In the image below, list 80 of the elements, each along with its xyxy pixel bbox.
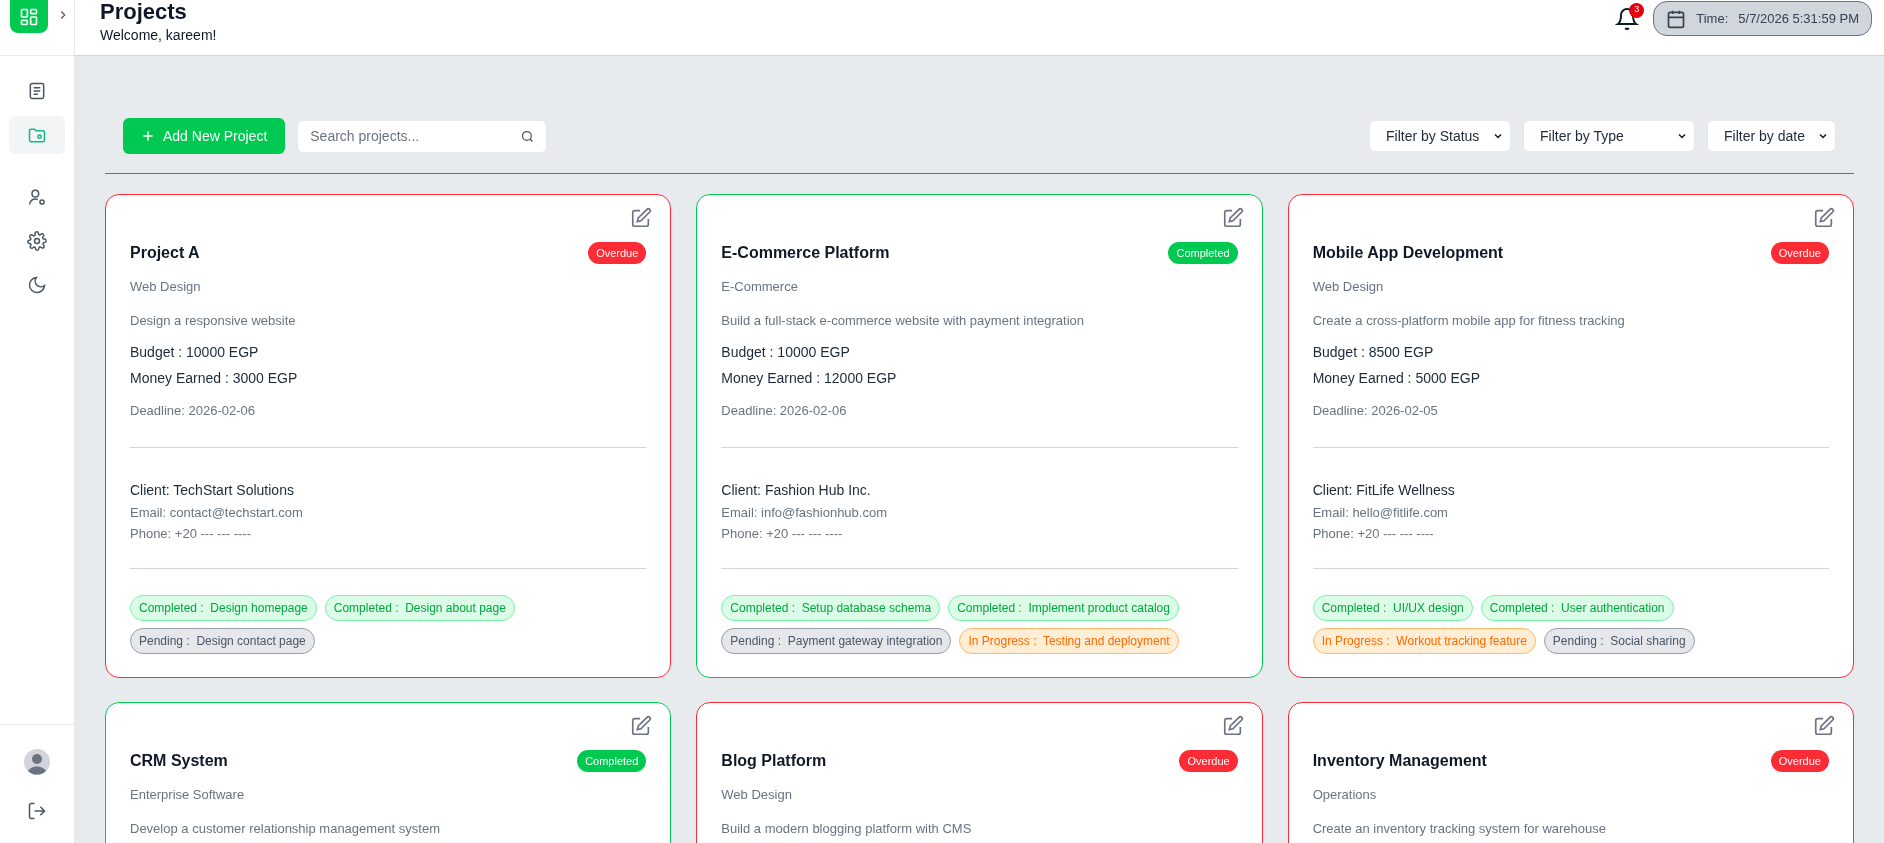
project-description: Create an inventory tracking system for warehouse: [1312, 819, 1607, 838]
status-badge: Completed: [577, 749, 647, 773]
project-description: Build a modern blogging platform with CMS: [721, 819, 973, 838]
project-description: Design a responsive website: [130, 311, 297, 330]
client-email: Email: contact@techstart.com: [130, 503, 304, 522]
project-title: Blog Platform: [721, 751, 827, 771]
deadline-text: Deadline: 2026-02-05: [1312, 402, 1439, 420]
task-tag: In Progress : Testing and deployment: [959, 627, 1179, 654]
plus-icon: [141, 129, 155, 143]
project-title: Inventory Management: [1312, 751, 1487, 771]
budget-text: Budget : 8500 EGP: [1312, 343, 1435, 362]
moon-icon: [27, 275, 47, 295]
money-earned-text: Money Earned : 3000 EGP: [130, 369, 299, 388]
task-tag: Completed : Implement product catalog: [948, 594, 1179, 621]
user-gear-icon: [27, 187, 47, 207]
client-email: Email: info@fashionhub.com: [721, 503, 888, 522]
money-earned-text: Money Earned : 12000 EGP: [721, 369, 898, 388]
task-tag: Pending : Design contact page: [130, 627, 315, 654]
client-name: Client: Fashion Hub Inc.: [721, 480, 872, 500]
time-label: Time:: [1696, 9, 1729, 28]
search-field[interactable]: Search projects...: [297, 119, 548, 153]
client-phone: Phone: +20 --- --- ----: [721, 525, 844, 543]
filter-dropdown[interactable]: Filter by Status: [1369, 120, 1511, 152]
calendar-icon: [1666, 8, 1687, 29]
project-description: Create a cross-platform mobile app for fitness tracking: [1312, 311, 1626, 330]
notification-count: 3: [1629, 2, 1645, 18]
document-icon: [27, 81, 47, 101]
client-name: Client: FitLife Wellness: [1312, 480, 1456, 500]
task-tag: Completed : UI/UX design: [1312, 594, 1473, 621]
edit-icon[interactable]: [1221, 715, 1244, 737]
project-type: Operations: [1312, 786, 1378, 804]
filter-dropdown[interactable]: Filter by date: [1707, 120, 1836, 152]
bell-icon: [1615, 6, 1640, 31]
project-type: Enterprise Software: [130, 786, 246, 804]
project-description: Build a full-stack e-commerce website with payment integration: [721, 311, 1086, 330]
filter-dropdown[interactable]: Filter by Type: [1523, 120, 1695, 152]
task-tag: Completed : Design homepage: [130, 594, 317, 621]
project-title: E-Commerce Platform: [721, 243, 890, 263]
status-badge: Overdue: [1179, 749, 1238, 773]
status-badge: Overdue: [1770, 749, 1829, 773]
project-type: E-Commerce: [721, 278, 799, 296]
page-title: Projects: [100, 0, 188, 24]
settings-icon: [27, 231, 47, 251]
money-earned-text: Money Earned : 5000 EGP: [1312, 369, 1481, 388]
grid-icon: [19, 6, 39, 27]
task-tag: Completed : User authentication: [1480, 594, 1674, 621]
project-type: Web Design: [130, 278, 202, 296]
edit-icon[interactable]: [1221, 207, 1244, 229]
project-type: Web Design: [721, 786, 793, 804]
task-tag: Pending : Social sharing: [1543, 627, 1695, 654]
client-phone: Phone: +20 --- --- ----: [130, 525, 252, 543]
notification-button[interactable]: 3: [1615, 6, 1640, 31]
edit-icon[interactable]: [630, 207, 653, 229]
client-email: Email: hello@fitlife.com: [1312, 503, 1449, 522]
project-type: Web Design: [1312, 278, 1385, 296]
project-title: CRM System: [130, 751, 228, 771]
budget-text: Budget : 10000 EGP: [130, 343, 260, 362]
status-badge: Completed: [1168, 241, 1238, 265]
edit-icon[interactable]: [630, 715, 653, 737]
client-name: Client: TechStart Solutions: [130, 480, 295, 500]
task-tag: Completed : Setup database schema: [721, 594, 941, 621]
deadline-text: Deadline: 2026-02-06: [130, 402, 257, 420]
task-tag: Pending : Payment gateway integration: [721, 627, 952, 654]
avatar-icon[interactable]: [24, 749, 50, 775]
task-tag: In Progress : Workout tracking feature: [1312, 627, 1536, 654]
status-badge: Overdue: [588, 241, 647, 265]
project-title: Mobile App Development: [1312, 243, 1504, 263]
client-phone: Phone: +20 --- --- ----: [1312, 525, 1435, 543]
logout-icon[interactable]: [27, 801, 47, 821]
time-value: 5/7/2026 5:31:59 PM: [1738, 9, 1859, 28]
deadline-text: Deadline: 2026-02-06: [721, 402, 848, 420]
task-tag: Completed : Design about page: [324, 594, 515, 621]
budget-text: Budget : 10000 EGP: [721, 343, 851, 362]
status-badge: Overdue: [1770, 241, 1829, 265]
edit-icon[interactable]: [1813, 715, 1835, 737]
edit-icon[interactable]: [1813, 207, 1835, 229]
project-title: Project A: [130, 243, 200, 263]
folder-icon: [27, 125, 47, 145]
project-description: Develop a customer relationship management system: [130, 819, 441, 838]
welcome-text: Welcome, kareem!: [100, 26, 217, 45]
